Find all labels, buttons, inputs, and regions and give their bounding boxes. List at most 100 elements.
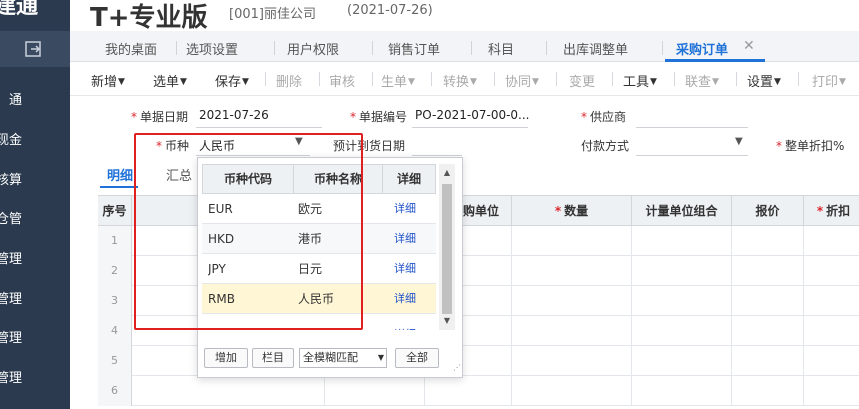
currency-label-text: 币种	[165, 139, 190, 153]
tab-user-permissions[interactable]: 用户权限	[287, 39, 339, 58]
tab-accounts[interactable]: 科目	[488, 39, 514, 58]
save-button[interactable]: 保存▼	[215, 71, 249, 90]
currency-code: HKD	[208, 232, 235, 246]
detail-link[interactable]: 详细	[394, 284, 416, 314]
table-cell[interactable]	[512, 316, 632, 346]
query-label: 联查	[685, 75, 712, 90]
toolbar-divider	[265, 72, 266, 86]
table-cell[interactable]	[732, 346, 804, 376]
table-cell[interactable]	[512, 286, 632, 316]
table-cell[interactable]	[632, 256, 732, 286]
sidebar-item-2[interactable]: 现金	[0, 121, 70, 161]
currency-underline	[196, 155, 310, 156]
close-tab-icon[interactable]: ✕	[743, 38, 755, 54]
add-currency-button[interactable]: 增加	[204, 348, 248, 368]
sidebar-item-label: 仓管	[0, 212, 22, 227]
toolbar-divider	[431, 72, 432, 86]
change-button[interactable]: 变更	[569, 71, 595, 90]
top-banner: 建通 T+专业版 [001]丽佳公司 (2021-07-26)	[0, 0, 859, 33]
tab-option-settings[interactable]: 选项设置	[186, 39, 238, 58]
tab-outbound-adjustment[interactable]: 出库调整单	[563, 39, 628, 58]
list-item[interactable]: HKD 港币 详细	[202, 224, 436, 254]
detail-link[interactable]: 详细	[394, 194, 416, 224]
currency-code: USD	[208, 320, 234, 330]
subtab-summary[interactable]: 汇总	[166, 165, 192, 184]
tab-divider	[546, 41, 547, 55]
match-mode-select[interactable]: 全模糊匹配 ▼	[299, 348, 387, 368]
qty-header-text: 数量	[564, 204, 589, 218]
table-cell[interactable]	[425, 376, 512, 406]
sidebar-item-3[interactable]: 核算	[0, 161, 70, 201]
table-cell[interactable]	[512, 256, 632, 286]
chevron-down-icon[interactable]: ▼	[295, 136, 303, 147]
select-source-button[interactable]: 选单▼	[153, 71, 187, 90]
columns-button[interactable]: 栏目	[252, 348, 294, 368]
show-all-button[interactable]: 全部	[395, 348, 439, 368]
table-cell[interactable]	[632, 286, 732, 316]
table-cell[interactable]	[732, 376, 804, 406]
table-cell[interactable]	[732, 286, 804, 316]
table-cell[interactable]	[132, 376, 325, 406]
sidebar-item-8[interactable]: 管理	[0, 359, 70, 399]
row-number: 4	[98, 316, 132, 346]
sidebar-toggle-button[interactable]	[0, 31, 70, 67]
query-button[interactable]: 联查▼	[685, 71, 719, 90]
detail-link[interactable]: 详细	[394, 320, 416, 330]
table-cell[interactable]	[632, 226, 732, 256]
scroll-up-icon[interactable]: ▲	[439, 164, 455, 182]
table-cell[interactable]	[632, 346, 732, 376]
subtab-detail[interactable]: 明细	[107, 165, 133, 184]
settings-button[interactable]: 设置▼	[747, 71, 781, 90]
scroll-down-icon[interactable]: ▼	[439, 312, 455, 330]
toolbar-divider	[556, 72, 557, 86]
supplier-field[interactable]	[636, 127, 748, 128]
list-item-selected[interactable]: RMB 人民币 详细	[202, 284, 436, 314]
sidebar-item-1[interactable]: 通	[0, 81, 70, 121]
list-item[interactable]: USD 美元 详细	[202, 314, 436, 330]
sidebar-item-5[interactable]: 管理	[0, 240, 70, 280]
arrival-date-field[interactable]	[412, 155, 462, 156]
tab-sales-order[interactable]: 销售订单	[388, 39, 440, 58]
collab-button[interactable]: 协同▼	[505, 71, 539, 90]
table-cell[interactable]	[512, 346, 632, 376]
new-button[interactable]: 新增▼	[91, 71, 125, 90]
audit-button[interactable]: 审核	[329, 71, 355, 90]
print-button[interactable]: 打印▼	[812, 71, 846, 90]
payment-method-field[interactable]	[636, 155, 748, 156]
tools-button[interactable]: 工具▼	[623, 71, 657, 90]
table-cell[interactable]	[325, 376, 425, 406]
tab-my-desktop[interactable]: 我的桌面	[105, 39, 157, 58]
table-cell[interactable]	[732, 226, 804, 256]
table-cell[interactable]	[512, 376, 632, 406]
currency-select[interactable]: 人民币	[199, 137, 235, 154]
sidebar-item-7[interactable]: 管理	[0, 319, 70, 359]
table-cell[interactable]	[512, 226, 632, 256]
table-cell[interactable]	[632, 376, 732, 406]
chevron-down-icon: ▼	[377, 353, 384, 362]
doc-no-underline	[412, 127, 528, 128]
doc-no-field[interactable]: PO-2021-07-00-0...	[415, 108, 530, 122]
doc-date-field[interactable]: 2021-07-26	[199, 108, 269, 122]
detail-link[interactable]: 详细	[394, 254, 416, 284]
table-row[interactable]: 6	[98, 376, 859, 406]
chevron-down-icon[interactable]: ▼	[735, 136, 743, 147]
chevron-down-icon: ▼	[408, 77, 415, 87]
tab-purchase-order[interactable]: 采购订单	[676, 39, 728, 58]
scrollbar-thumb[interactable]	[442, 184, 452, 314]
table-cell[interactable]	[732, 256, 804, 286]
dropdown-scrollbar[interactable]: ▲ ▼	[439, 164, 455, 330]
generate-button[interactable]: 生单▼	[381, 71, 415, 90]
delete-button[interactable]: 删除	[276, 71, 302, 90]
list-item[interactable]: JPY 日元 详细	[202, 254, 436, 284]
resize-grip-icon[interactable]: ⋰	[453, 363, 461, 372]
sidebar: 通 现金 核算 仓管 管理 管理 管理 管理	[0, 31, 70, 409]
sidebar-item-6[interactable]: 管理	[0, 280, 70, 320]
supplier-label-text: 供应商	[590, 110, 627, 124]
table-cell[interactable]	[632, 316, 732, 346]
currency-name: 港币	[298, 232, 323, 246]
detail-link[interactable]: 详细	[394, 224, 416, 254]
convert-button[interactable]: 转换▼	[443, 71, 477, 90]
table-cell[interactable]	[732, 316, 804, 346]
sidebar-item-4[interactable]: 仓管	[0, 200, 70, 240]
list-item[interactable]: EUR 欧元 详细	[202, 194, 436, 224]
